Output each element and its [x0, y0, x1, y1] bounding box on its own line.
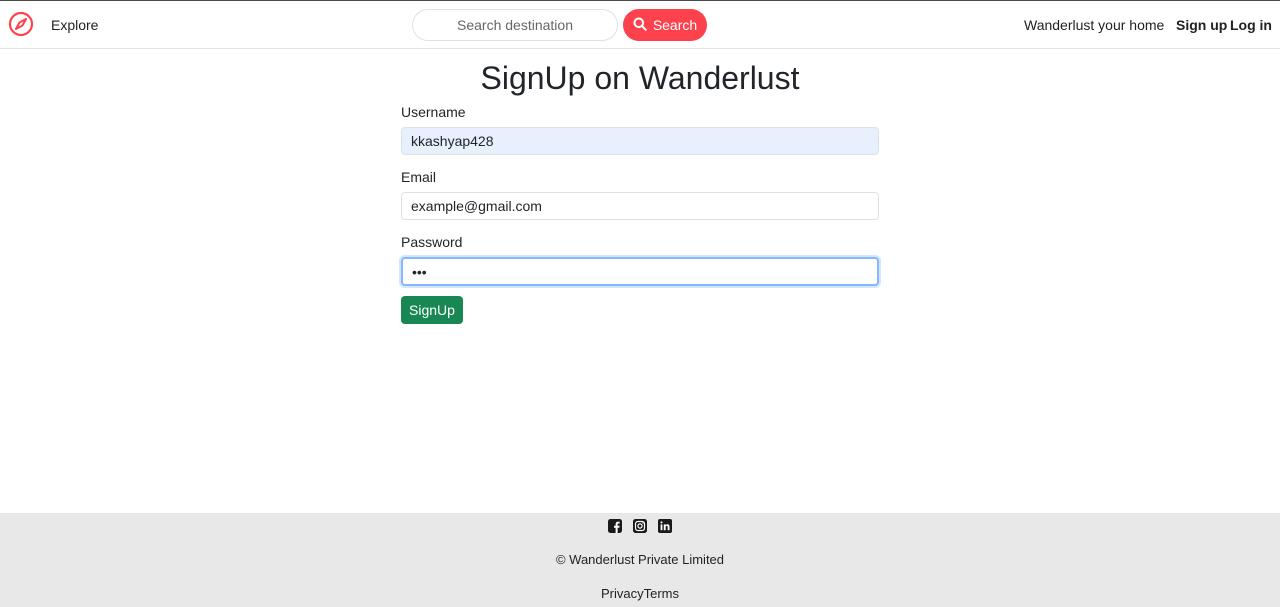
signup-form: Username Email Password: [401, 104, 879, 300]
footer-links: PrivacyTerms: [0, 586, 1280, 601]
instagram-icon[interactable]: [633, 519, 647, 533]
linkedin-icon[interactable]: [658, 519, 672, 533]
search-input[interactable]: [412, 9, 618, 41]
username-group: Username: [401, 104, 879, 155]
password-field[interactable]: [401, 257, 879, 286]
nav-home-link[interactable]: Wanderlust your home: [1024, 17, 1164, 33]
search-icon: [633, 17, 647, 34]
privacy-link[interactable]: Privacy: [601, 586, 644, 601]
terms-link[interactable]: Terms: [644, 586, 679, 601]
navbar: Explore Search Wanderlust your home Sign…: [0, 0, 1280, 49]
copyright-text: © Wanderlust Private Limited: [555, 552, 725, 567]
username-label: Username: [401, 104, 466, 120]
password-label: Password: [401, 234, 463, 250]
nav-signup-link[interactable]: Sign up: [1176, 17, 1227, 33]
facebook-icon[interactable]: [608, 519, 622, 533]
password-group: Password: [401, 234, 879, 286]
social-links: [0, 519, 1280, 533]
signup-submit-button[interactable]: SignUp: [401, 296, 463, 324]
search-button-label: Search: [652, 17, 698, 33]
search-button[interactable]: Search: [623, 9, 707, 41]
username-field[interactable]: [401, 127, 879, 155]
nav-login-link[interactable]: Log in: [1230, 17, 1272, 33]
email-group: Email: [401, 169, 879, 220]
page-title: SignUp on Wanderlust: [480, 60, 800, 96]
email-field[interactable]: [401, 192, 879, 220]
compass-icon[interactable]: [8, 11, 34, 37]
email-label: Email: [401, 169, 437, 185]
nav-explore-link[interactable]: Explore: [51, 17, 98, 33]
footer: © Wanderlust Private Limited PrivacyTerm…: [0, 513, 1280, 607]
